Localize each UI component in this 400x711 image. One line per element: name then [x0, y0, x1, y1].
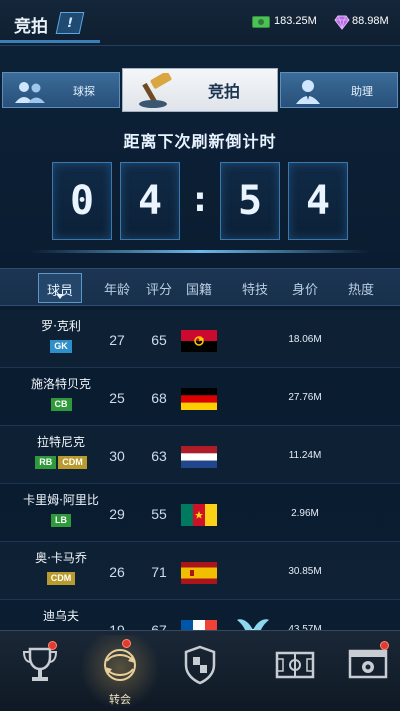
countdown-digit: 4 [288, 162, 348, 240]
pitch-icon [275, 651, 315, 679]
table-row[interactable]: 拉特尼克 RB CDM 30 63 11.24M [0, 426, 400, 484]
countdown-glow [30, 250, 370, 253]
help-icon: ! [65, 15, 75, 31]
shield-icon [184, 645, 216, 685]
player-rating: 55 [151, 506, 167, 522]
table-row[interactable]: 卡里姆·阿里比 LB 29 55 2.96M [0, 484, 400, 542]
player-value: 11.24M [288, 450, 322, 461]
tab-assistant-label: 助理 [351, 85, 373, 98]
player-value: 30.85M [288, 566, 322, 577]
bottom-nav: 转会 [0, 630, 400, 711]
top-bar: 竞拍 ! 183.25M 88.98M [0, 0, 400, 46]
gem-icon [334, 15, 350, 30]
page-title: 竞拍 [14, 17, 48, 37]
notification-dot [380, 641, 389, 650]
title-underline [0, 40, 100, 43]
countdown-digit: 5 [220, 162, 280, 240]
tab-scout[interactable]: 球探 [2, 72, 120, 108]
assistant-avatar-icon [296, 80, 320, 104]
flag-angola-icon [181, 330, 217, 352]
gavel-icon [139, 73, 172, 108]
tab-bar: 球探 竞拍 助理 [0, 68, 400, 112]
sort-arrow-icon [56, 294, 64, 299]
position-badge: RB [35, 456, 57, 469]
player-age: 30 [109, 448, 125, 464]
nav-match[interactable] [328, 635, 400, 709]
player-age: 25 [109, 390, 125, 406]
nav-transfer-label: 转会 [109, 693, 131, 706]
sort-by-player[interactable]: 球员 [38, 273, 82, 303]
player-rating: 65 [151, 332, 167, 348]
nav-club[interactable] [160, 635, 240, 709]
cash-icon [252, 16, 270, 28]
table-row[interactable]: 奥·卡马乔 CDM 26 71 30.85M [0, 542, 400, 600]
position-badge: CDM [46, 572, 76, 585]
player-rating: 71 [151, 564, 167, 580]
countdown-digit: 0 [52, 162, 112, 240]
tab-assistant[interactable]: 助理 [280, 72, 398, 108]
header-age[interactable]: 年龄 [102, 279, 132, 298]
countdown-title: 距离下次刷新倒计时 [123, 132, 277, 151]
tab-scout-label: 球探 [73, 85, 95, 98]
app-root: 竞拍 ! 183.25M 88.98M 球探 竞拍 助理 距离下次刷新倒计时 0… [0, 0, 400, 711]
transfer-icon [104, 649, 136, 681]
countdown-digit: 4 [120, 162, 180, 240]
flag-germany-icon [181, 388, 217, 410]
position-badge: CB [50, 398, 72, 411]
notification-dot [122, 639, 131, 648]
tab-auction[interactable]: 竞拍 [122, 68, 278, 112]
tab-auction-label: 竞拍 [207, 82, 240, 101]
flag-spain-icon [181, 562, 217, 584]
table-row[interactable]: 施洛特贝克 CB 25 68 27.76M [0, 368, 400, 426]
nav-trophy[interactable] [0, 635, 80, 709]
table-row[interactable]: 罗·克利 GK 27 65 18.06M [0, 310, 400, 368]
flag-netherlands-icon [181, 446, 217, 468]
player-rating: 68 [151, 390, 167, 406]
scout-avatar-icon [15, 82, 45, 103]
nav-transfer[interactable]: 转会 [80, 635, 160, 709]
table-header: 球员 年龄 评分 国籍 特技 身价 热度 [0, 268, 400, 306]
notification-dot [48, 641, 57, 650]
position-badge: LB [51, 514, 71, 527]
header-nationality[interactable]: 国籍 [184, 279, 214, 298]
header-rating[interactable]: 评分 [144, 279, 174, 298]
player-age: 29 [109, 506, 125, 522]
player-rating: 63 [151, 448, 167, 464]
position-badge: GK [50, 340, 72, 353]
header-value[interactable]: 身价 [290, 279, 320, 298]
player-value: 2.96M [291, 508, 319, 519]
player-value: 18.06M [288, 334, 322, 345]
flag-cameroon-icon [181, 504, 217, 526]
gem-amount: 88.98M [352, 15, 389, 27]
help-button[interactable]: ! [55, 12, 85, 34]
player-age: 26 [109, 564, 125, 580]
header-heat[interactable]: 热度 [346, 279, 376, 298]
trophy-icon [22, 647, 58, 681]
cash-amount: 183.25M [274, 15, 317, 27]
position-badge: CDM [58, 456, 87, 469]
header-trait[interactable]: 特技 [240, 279, 270, 298]
player-value: 27.76M [288, 392, 322, 403]
player-age: 27 [109, 332, 125, 348]
countdown-separator: : [189, 179, 211, 220]
nav-tactics[interactable] [255, 635, 335, 709]
